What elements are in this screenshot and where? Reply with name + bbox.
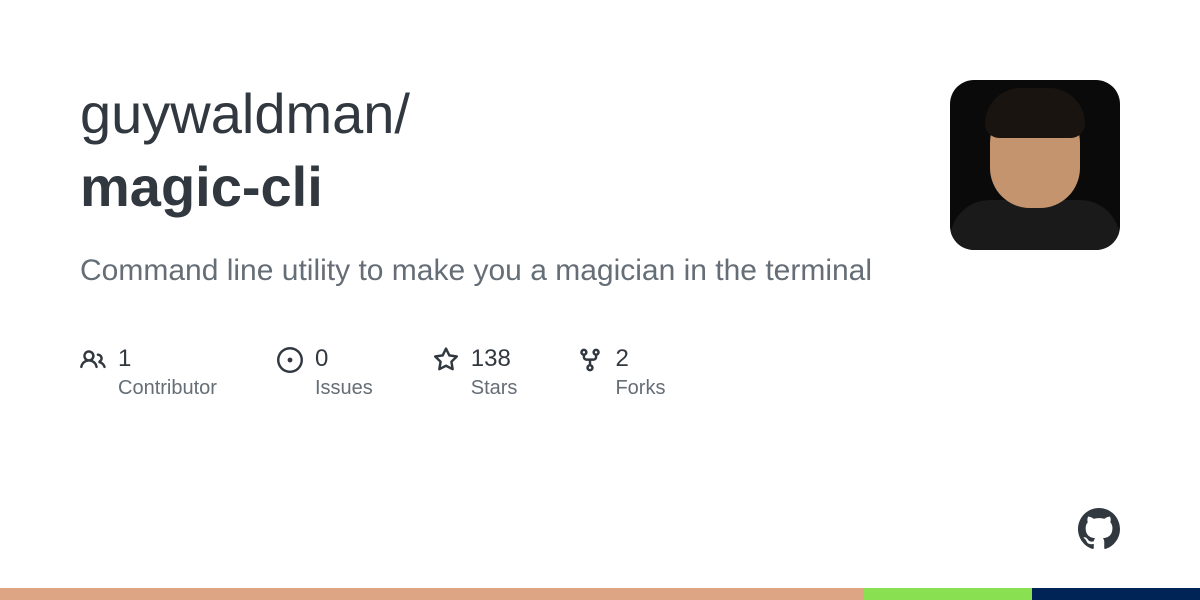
language-segment-1 — [0, 588, 864, 600]
issues-count: 0 — [315, 343, 373, 374]
star-icon — [433, 347, 459, 373]
repo-name[interactable]: magic-cli — [80, 153, 900, 220]
stars-count: 138 — [471, 343, 518, 374]
language-bar — [0, 588, 1200, 600]
forks-label: Forks — [615, 377, 665, 400]
stat-forks[interactable]: 2 Forks — [577, 343, 665, 399]
issue-icon — [277, 347, 303, 373]
forks-count: 2 — [615, 343, 665, 374]
issues-label: Issues — [315, 377, 373, 400]
avatar[interactable] — [950, 80, 1120, 250]
repo-owner-path[interactable]: guywaldman/ — [80, 80, 900, 147]
main-content: guywaldman/ magic-cli Command line utili… — [80, 80, 900, 400]
repo-description: Command line utility to make you a magic… — [80, 248, 900, 293]
contributors-count: 1 — [118, 343, 217, 374]
stat-stars[interactable]: 138 Stars — [433, 343, 518, 399]
contributors-label: Contributor — [118, 377, 217, 400]
stars-label: Stars — [471, 377, 518, 400]
stats-row: 1 Contributor 0 Issues 13 — [80, 343, 900, 399]
github-logo-icon[interactable] — [1078, 508, 1120, 550]
stat-issues[interactable]: 0 Issues — [277, 343, 373, 399]
repo-card: guywaldman/ magic-cli Command line utili… — [0, 0, 1200, 400]
language-segment-2 — [864, 588, 1032, 600]
repo-owner: guywaldman — [80, 82, 394, 145]
fork-icon — [577, 347, 603, 373]
people-icon — [80, 347, 106, 373]
stat-contributors[interactable]: 1 Contributor — [80, 343, 217, 399]
language-segment-3 — [1032, 588, 1200, 600]
